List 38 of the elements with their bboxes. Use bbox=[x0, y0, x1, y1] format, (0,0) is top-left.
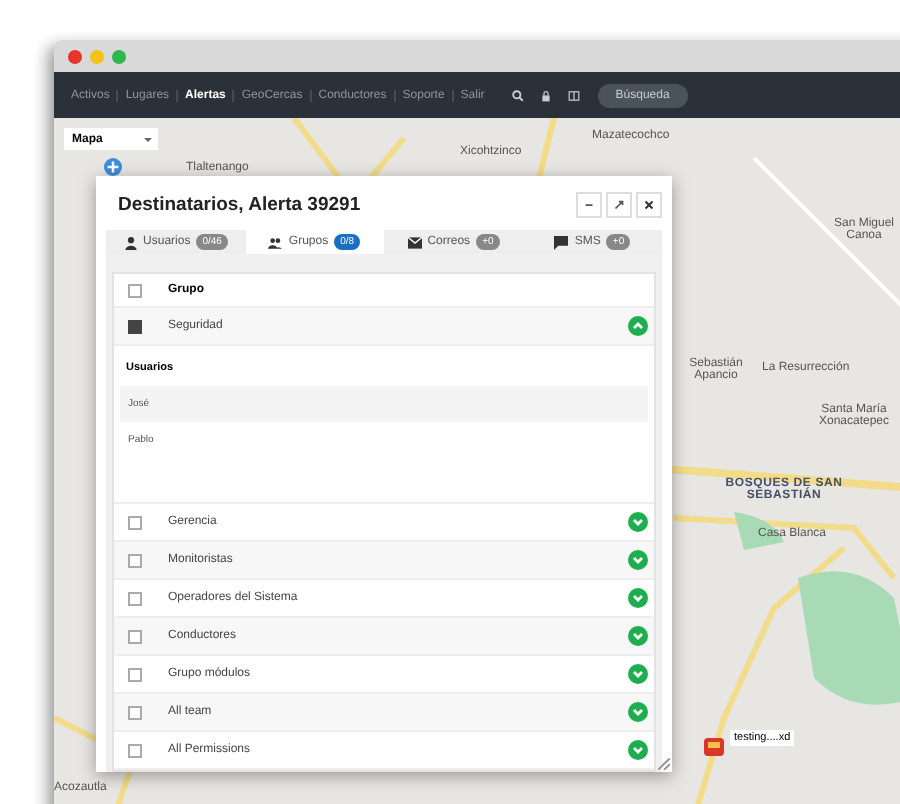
chevron-icon[interactable] bbox=[628, 702, 648, 722]
park-area bbox=[734, 512, 784, 550]
search-icon[interactable] bbox=[511, 89, 524, 101]
add-place-icon[interactable] bbox=[104, 158, 122, 176]
park-area bbox=[798, 571, 900, 705]
lock-icon[interactable] bbox=[539, 89, 552, 101]
row-checkbox[interactable] bbox=[128, 743, 142, 757]
vehicle-marker-icon[interactable] bbox=[702, 734, 726, 758]
caret-icon bbox=[144, 137, 152, 141]
chevron-icon[interactable] bbox=[628, 588, 648, 608]
close-window-icon[interactable] bbox=[68, 49, 82, 63]
expand-button[interactable] bbox=[606, 192, 632, 218]
resize-grip-icon[interactable] bbox=[658, 758, 670, 770]
panel-icon[interactable] bbox=[567, 89, 580, 101]
row-checkbox[interactable] bbox=[128, 705, 142, 719]
chevron-icon[interactable] bbox=[628, 740, 648, 760]
chevron-icon[interactable] bbox=[628, 664, 648, 684]
chevron-icon[interactable] bbox=[628, 512, 648, 532]
chevron-icon[interactable] bbox=[628, 626, 648, 646]
envelope-icon bbox=[407, 235, 422, 249]
close-button[interactable] bbox=[636, 192, 662, 218]
people-icon bbox=[268, 235, 283, 249]
row-checkbox[interactable] bbox=[128, 629, 142, 643]
maximize-window-icon[interactable] bbox=[112, 49, 126, 63]
row-checkbox[interactable] bbox=[128, 319, 142, 333]
dialog-title: Destinatarios, Alerta 39291 bbox=[118, 194, 363, 216]
row-checkbox[interactable] bbox=[128, 515, 142, 529]
row-checkbox[interactable] bbox=[128, 591, 142, 605]
close-icon bbox=[642, 198, 656, 212]
chat-icon bbox=[554, 235, 569, 249]
minimize-icon bbox=[582, 198, 596, 212]
expand-icon bbox=[612, 198, 626, 212]
chevron-icon[interactable] bbox=[628, 316, 648, 336]
person-icon bbox=[123, 235, 138, 249]
select-all-checkbox[interactable] bbox=[128, 283, 142, 297]
row-checkbox[interactable] bbox=[128, 553, 142, 567]
row-checkbox[interactable] bbox=[128, 667, 142, 681]
chevron-icon[interactable] bbox=[628, 550, 648, 570]
